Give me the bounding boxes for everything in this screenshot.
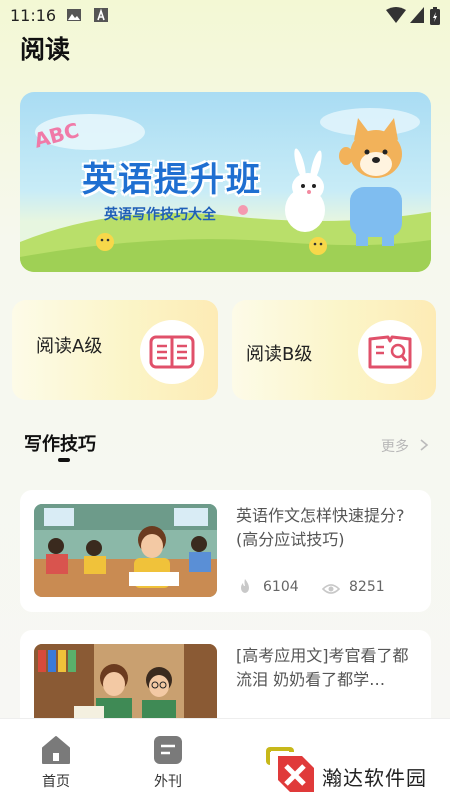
banner-title: 英语提升班 <box>82 160 262 200</box>
article-card[interactable]: 英语作文怎样快速提分? (高分应试技巧) 6104 8251 <box>20 490 431 612</box>
book-search-icon <box>358 320 422 384</box>
signal-icon <box>410 7 424 27</box>
watermark: 瀚达软件园 <box>270 752 450 798</box>
tab-home[interactable]: 首页 <box>11 719 101 800</box>
battery-icon <box>430 7 440 29</box>
status-bar: 11:16 <box>0 0 450 30</box>
more-link[interactable]: 更多 <box>381 436 429 456</box>
promo-banner[interactable]: ABC 英语提升班 英语写作技巧大全 <box>20 92 431 272</box>
chevron-right-icon <box>420 439 429 451</box>
watermark-text: 瀚达软件园 <box>322 766 427 790</box>
article-thumbnail <box>34 504 217 597</box>
home-icon <box>41 735 71 765</box>
article-title: [高考应用文]考官看了都流泪 奶奶看了都学… <box>236 646 409 689</box>
font-a-icon <box>94 7 108 26</box>
fire-icon <box>238 578 252 598</box>
reading-level-b-card[interactable]: 阅读B级 <box>232 300 436 400</box>
page-title: 阅读 <box>20 35 71 64</box>
tab-journal[interactable]: 外刊 <box>123 719 213 800</box>
wifi-icon <box>386 7 406 27</box>
article-card[interactable]: [高考应用文]考官看了都流泪 奶奶看了都学… <box>20 630 431 730</box>
reading-level-a-card[interactable]: 阅读A级 <box>12 300 218 400</box>
status-time: 11:16 <box>10 6 57 25</box>
tab-home-label: 首页 <box>42 774 70 790</box>
eye-icon <box>321 580 341 599</box>
reading-level-a-label: 阅读A级 <box>36 336 103 357</box>
section-underline <box>58 458 70 462</box>
image-icon <box>66 7 82 26</box>
book-open-icon <box>140 320 204 384</box>
banner-subtitle: 英语写作技巧大全 <box>104 207 216 223</box>
more-label: 更多 <box>381 439 409 455</box>
watermark-logo <box>278 756 314 792</box>
reading-level-b-label: 阅读B级 <box>246 344 313 365</box>
article-title: 英语作文怎样快速提分? (高分应试技巧) <box>236 506 405 549</box>
journal-icon <box>153 735 183 765</box>
like-count: 6104 <box>263 579 299 595</box>
tab-journal-label: 外刊 <box>154 774 182 790</box>
view-count: 8251 <box>349 579 385 595</box>
section-title: 写作技巧 <box>24 434 96 455</box>
